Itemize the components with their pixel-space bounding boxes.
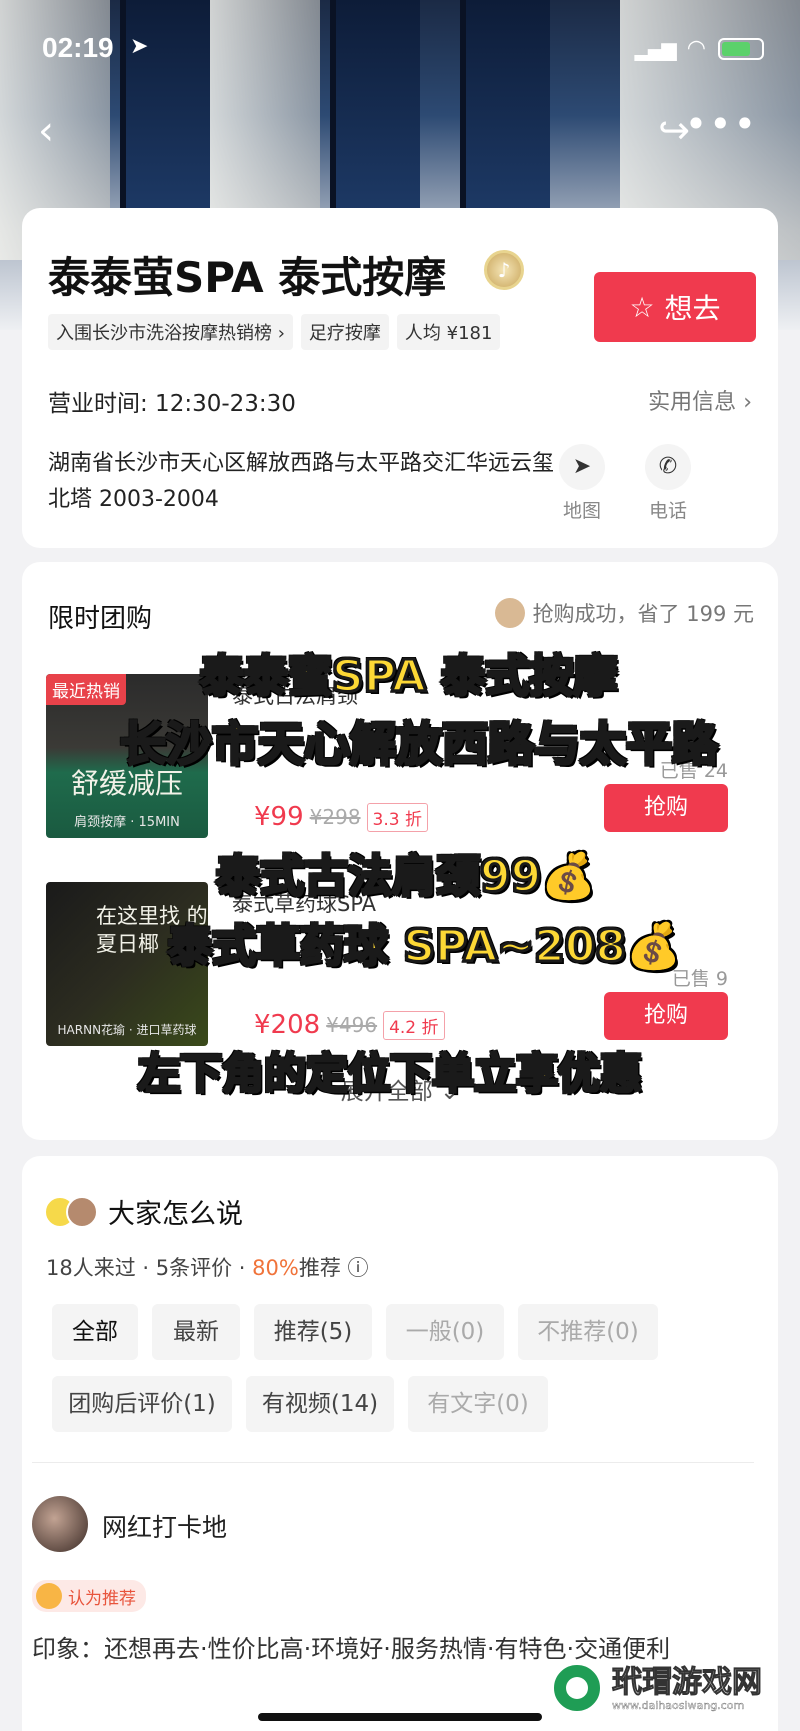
wifi-icon: ◠ bbox=[686, 36, 706, 61]
deal-old-price: ¥298 bbox=[309, 805, 361, 829]
review-stats-text: 18人来过 · 5条评价 · bbox=[46, 1256, 253, 1280]
home-indicator bbox=[258, 1713, 542, 1721]
status-time: 02:19 bbox=[42, 32, 114, 63]
watermark-logo-icon bbox=[550, 1661, 604, 1715]
douyin-badge-icon: ♪ bbox=[484, 250, 524, 290]
group-buy-title: 限时团购 bbox=[48, 604, 153, 634]
buyer-avatar bbox=[494, 598, 525, 628]
shop-info-card: 泰泰萤SPA 泰式按摩 ♪ 入围长沙市洗浴按摩热销榜 › 足疗按摩 人均 ¥18… bbox=[22, 208, 778, 548]
grab-button[interactable]: 抢购 bbox=[604, 784, 728, 832]
watermark-text: 玳瑁游戏网 bbox=[612, 1665, 763, 1701]
overlay-line-1: 泰泰蜜SPA 泰式按摩 bbox=[198, 650, 618, 704]
phone-icon: ✆ bbox=[645, 444, 691, 490]
divider bbox=[32, 1462, 754, 1463]
smile-icon bbox=[36, 1583, 62, 1609]
shop-name: 泰泰萤SPA 泰式按摩 bbox=[48, 253, 447, 302]
phone-label: 电话 bbox=[648, 500, 687, 522]
practical-info-label: 实用信息 bbox=[648, 390, 737, 415]
filter-all[interactable]: 全部 bbox=[52, 1304, 138, 1360]
map-label: 地图 bbox=[562, 500, 601, 522]
filter-after-purchase[interactable]: 团购后评价(1) bbox=[52, 1376, 232, 1432]
recommend-badge-label: 认为推荐 bbox=[68, 1588, 136, 1609]
price-per-person-tag: 人均 ¥181 bbox=[396, 314, 501, 350]
watermark: 玳瑁游戏网 www.daihaosiwang.com bbox=[550, 1655, 790, 1721]
status-bar: 02:19 ➤ ▂▄▆ ◠ bbox=[0, 28, 800, 68]
deal-price: ¥208 bbox=[254, 1010, 321, 1040]
watermark-url: www.daihaosiwang.com bbox=[612, 1699, 745, 1712]
star-icon: ☆ bbox=[629, 290, 655, 324]
purchase-tip-text: 抢购成功，省了 199 元 bbox=[532, 602, 754, 626]
overlay-line-2: 长沙市天心解放西路与太平路 bbox=[119, 716, 720, 773]
overlay-line-3: 泰式古法肩颈99💰 bbox=[214, 850, 597, 904]
back-icon[interactable]: ‹ bbox=[38, 108, 54, 154]
hot-label: 最近热销 bbox=[46, 674, 126, 705]
filter-latest[interactable]: 最新 bbox=[152, 1304, 240, 1360]
avatar bbox=[66, 1195, 98, 1228]
deal-image-subtitle: 肩颈按摩 · 15MIN bbox=[74, 815, 180, 830]
reviews-title: 大家怎么说 bbox=[108, 1199, 243, 1230]
filter-neutral[interactable]: 一般(0) bbox=[386, 1304, 504, 1360]
reviewer-name[interactable]: 网红打卡地 bbox=[102, 1508, 227, 1544]
map-button[interactable]: ➤ 地图 bbox=[552, 444, 612, 523]
filter-with-video[interactable]: 有视频(14) bbox=[246, 1376, 394, 1432]
battery-icon bbox=[718, 37, 764, 60]
category-tag: 足疗按摩 bbox=[300, 314, 389, 350]
review-stats-suffix[interactable]: 推荐 ⓘ bbox=[299, 1256, 369, 1280]
chevron-right-icon: › bbox=[743, 390, 752, 415]
deal-price-row: ¥99 ¥298 3.3 折 bbox=[254, 802, 428, 832]
want-label: 想去 bbox=[664, 292, 721, 325]
deal-price-row: ¥208 ¥496 4.2 折 bbox=[254, 1010, 445, 1040]
overlay-line-5: 左下角的定位下单立享优惠 bbox=[136, 1048, 643, 1100]
want-to-go-button[interactable]: ☆ 想去 bbox=[594, 272, 756, 342]
location-arrow-icon: ➤ bbox=[130, 34, 149, 59]
recommend-percent: 80% bbox=[252, 1256, 299, 1280]
filter-with-text[interactable]: 有文字(0) bbox=[408, 1376, 548, 1432]
deal-image-subtitle: HARNN花瑜 · 进口草药球 bbox=[57, 1023, 197, 1037]
nav-bar: ‹ ↪ ••• bbox=[0, 100, 800, 160]
deal-old-price: ¥496 bbox=[326, 1013, 378, 1037]
filter-not-recommend[interactable]: 不推荐(0) bbox=[518, 1304, 658, 1360]
navigation-icon: ➤ bbox=[559, 444, 605, 490]
phone-button[interactable]: ✆ 电话 bbox=[638, 444, 698, 523]
deal-price: ¥99 bbox=[254, 802, 304, 832]
reviewer-avatars bbox=[44, 1195, 100, 1228]
ranking-tag[interactable]: 入围长沙市洗浴按摩热销榜 › bbox=[48, 314, 293, 350]
deal-discount: 3.3 折 bbox=[366, 802, 428, 832]
recommend-badge: 认为推荐 bbox=[32, 1580, 146, 1612]
business-hours: 营业时间: 12:30-23:30 bbox=[48, 391, 296, 417]
deal-discount: 4.2 折 bbox=[383, 1010, 445, 1040]
signal-icon: ▂▄▆ bbox=[634, 36, 677, 61]
filter-recommend[interactable]: 推荐(5) bbox=[254, 1304, 372, 1360]
reviewer-avatar[interactable] bbox=[32, 1496, 88, 1552]
overlay-line-4: 泰式草药球 SPA~208💰 bbox=[167, 920, 683, 974]
more-icon[interactable]: ••• bbox=[685, 102, 758, 146]
shop-address: 湖南省长沙市天心区解放西路与太平路交汇华远云玺北塔 2003-2004 bbox=[48, 451, 555, 512]
reviews-header: 大家怎么说 bbox=[44, 1192, 243, 1231]
practical-info-link[interactable]: 实用信息 › bbox=[648, 384, 752, 416]
reviews-card: 大家怎么说 18人来过 · 5条评价 · 80%推荐 ⓘ 全部 最新 推荐(5)… bbox=[22, 1156, 778, 1731]
shop-tags: 入围长沙市洗浴按摩热销榜 › 足疗按摩 人均 ¥181 bbox=[48, 314, 501, 350]
review-stats: 18人来过 · 5条评价 · 80%推荐 ⓘ bbox=[46, 1252, 369, 1282]
grab-button[interactable]: 抢购 bbox=[604, 992, 728, 1040]
purchase-tip: 抢购成功，省了 199 元 bbox=[494, 598, 754, 628]
